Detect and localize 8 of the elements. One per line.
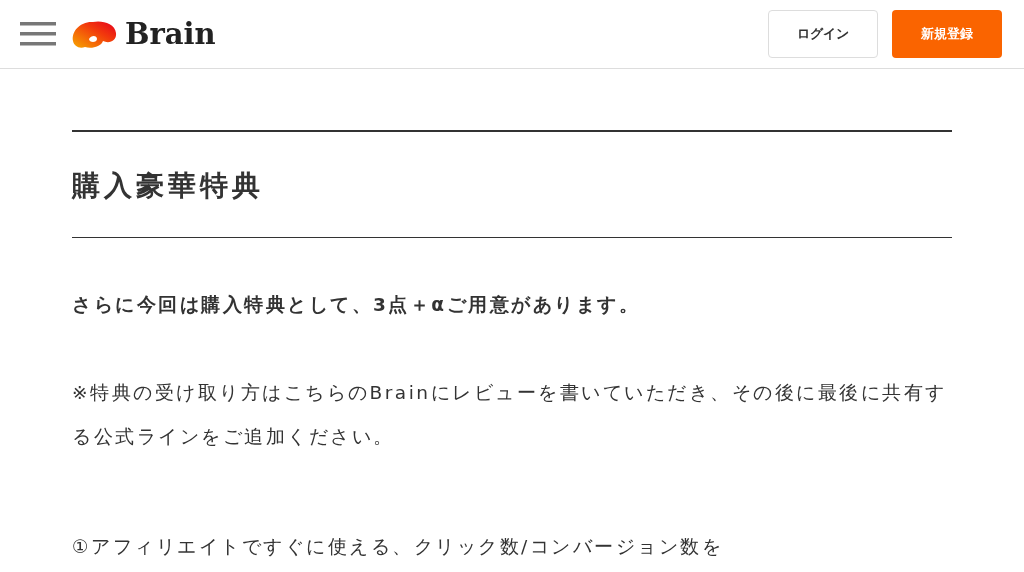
menu-icon[interactable] — [20, 22, 56, 46]
paragraph: さらに今回は購入特典として、3点＋αご用意があります。 — [72, 293, 642, 317]
section-heading: 購入豪華特典 — [72, 168, 265, 204]
paragraph: ※特典の受け取り方はこちらのBrainにレビューを書いていただき、その後に最後に共有する公式ラインをご追加ください。 — [72, 381, 948, 449]
login-button[interactable]: ログイン — [768, 10, 878, 58]
logo-text[interactable]: Brain — [125, 17, 216, 51]
paragraph: ①アフィリエイトですぐに使える、クリック数/コンバージョン数を — [72, 535, 725, 559]
logo-icon — [71, 19, 117, 49]
